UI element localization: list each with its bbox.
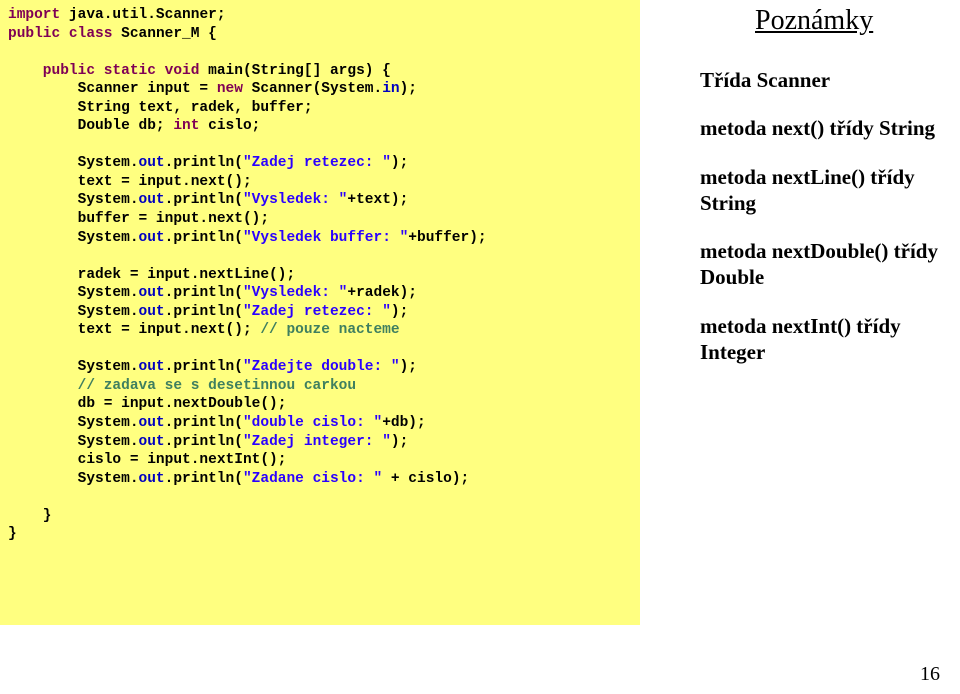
code-token: main(String[] args) { bbox=[199, 63, 390, 79]
code-token: ); bbox=[400, 359, 417, 375]
code-token: cislo; bbox=[199, 118, 260, 134]
code-token: Scanner(System. bbox=[243, 81, 382, 97]
code-token: out bbox=[139, 304, 165, 320]
code-token: System. bbox=[8, 230, 139, 246]
code-token: .println( bbox=[165, 192, 243, 208]
code-token: text = input.next(); bbox=[8, 174, 252, 190]
code-token: cislo = input.nextInt(); bbox=[8, 452, 286, 468]
code-token: "Zadej integer: " bbox=[243, 434, 391, 450]
note-item: metoda nextInt() třídy Integer bbox=[700, 313, 950, 366]
code-token: out bbox=[139, 192, 165, 208]
code-token: .println( bbox=[165, 304, 243, 320]
code-token: radek = input.nextLine(); bbox=[8, 267, 295, 283]
code-token: "Vysledek: " bbox=[243, 285, 347, 301]
code-token: .println( bbox=[165, 471, 243, 487]
code-token bbox=[156, 63, 165, 79]
note-item: metoda nextDouble() třídy Double bbox=[700, 238, 950, 291]
code-token: public bbox=[8, 63, 95, 79]
code-token bbox=[60, 26, 69, 42]
code-token: "Zadejte double: " bbox=[243, 359, 400, 375]
code-token: +text); bbox=[347, 192, 408, 208]
code-token: .println( bbox=[165, 285, 243, 301]
code-token: db = input.nextDouble(); bbox=[8, 396, 286, 412]
code-token: Scanner_M { bbox=[112, 26, 216, 42]
code-token: buffer = input.next(); bbox=[8, 211, 269, 227]
code-token: new bbox=[217, 81, 243, 97]
code-token: .println( bbox=[165, 230, 243, 246]
code-token: System. bbox=[8, 359, 139, 375]
note-item: metoda next() třídy String bbox=[700, 115, 950, 141]
code-token: import bbox=[8, 7, 60, 23]
code-token: text = input.next(); bbox=[8, 322, 260, 338]
code-token: .println( bbox=[165, 434, 243, 450]
notes-heading: Poznámky bbox=[700, 5, 950, 37]
page-number: 16 bbox=[920, 663, 940, 686]
code-token bbox=[95, 63, 104, 79]
code-token: // pouze nacteme bbox=[260, 322, 399, 338]
code-token: System. bbox=[8, 415, 139, 431]
code-token: .println( bbox=[165, 359, 243, 375]
notes-sidebar: Poznámky Třída Scanner metoda next() tří… bbox=[700, 5, 950, 387]
code-token: out bbox=[139, 155, 165, 171]
code-token: Scanner input = bbox=[8, 81, 217, 97]
code-token: "Vysledek buffer: " bbox=[243, 230, 408, 246]
code-token: "double cislo: " bbox=[243, 415, 382, 431]
code-token: ); bbox=[400, 81, 417, 97]
code-token: "Vysledek: " bbox=[243, 192, 347, 208]
code-token: public bbox=[8, 26, 60, 42]
code-token: .println( bbox=[165, 415, 243, 431]
code-token: System. bbox=[8, 192, 139, 208]
code-token: int bbox=[173, 118, 199, 134]
code-token: .println( bbox=[165, 155, 243, 171]
code-token: ); bbox=[391, 155, 408, 171]
code-token: } bbox=[8, 526, 17, 542]
note-item: Třída Scanner bbox=[700, 67, 950, 93]
code-token: +db); bbox=[382, 415, 426, 431]
code-token: out bbox=[139, 359, 165, 375]
code-token: "Zadej retezec: " bbox=[243, 155, 391, 171]
code-token: + cislo); bbox=[382, 471, 469, 487]
code-token: // zadava se s desetinnou carkou bbox=[8, 378, 356, 394]
code-token: out bbox=[139, 415, 165, 431]
code-token: } bbox=[8, 508, 52, 524]
code-token: "Zadane cislo: " bbox=[243, 471, 382, 487]
code-token: +buffer); bbox=[408, 230, 486, 246]
code-token: ); bbox=[391, 304, 408, 320]
code-token: out bbox=[139, 230, 165, 246]
code-block: import java.util.Scanner; public class S… bbox=[0, 0, 640, 625]
code-token: System. bbox=[8, 471, 139, 487]
code-token: in bbox=[382, 81, 399, 97]
code-token: Double db; bbox=[8, 118, 173, 134]
code-token: void bbox=[165, 63, 200, 79]
code-token: System. bbox=[8, 434, 139, 450]
code-token: System. bbox=[8, 304, 139, 320]
note-item: metoda nextLine() třídy String bbox=[700, 164, 950, 217]
code-token: out bbox=[139, 285, 165, 301]
code-token: java.util.Scanner; bbox=[60, 7, 225, 23]
code-token: out bbox=[139, 434, 165, 450]
code-token: static bbox=[104, 63, 156, 79]
code-token: "Zadej retezec: " bbox=[243, 304, 391, 320]
code-token: System. bbox=[8, 155, 139, 171]
code-token: String text, radek, buffer; bbox=[8, 100, 313, 116]
code-token: ); bbox=[391, 434, 408, 450]
code-token: System. bbox=[8, 285, 139, 301]
code-token: class bbox=[69, 26, 113, 42]
code-token: out bbox=[139, 471, 165, 487]
code-token: +radek); bbox=[347, 285, 417, 301]
